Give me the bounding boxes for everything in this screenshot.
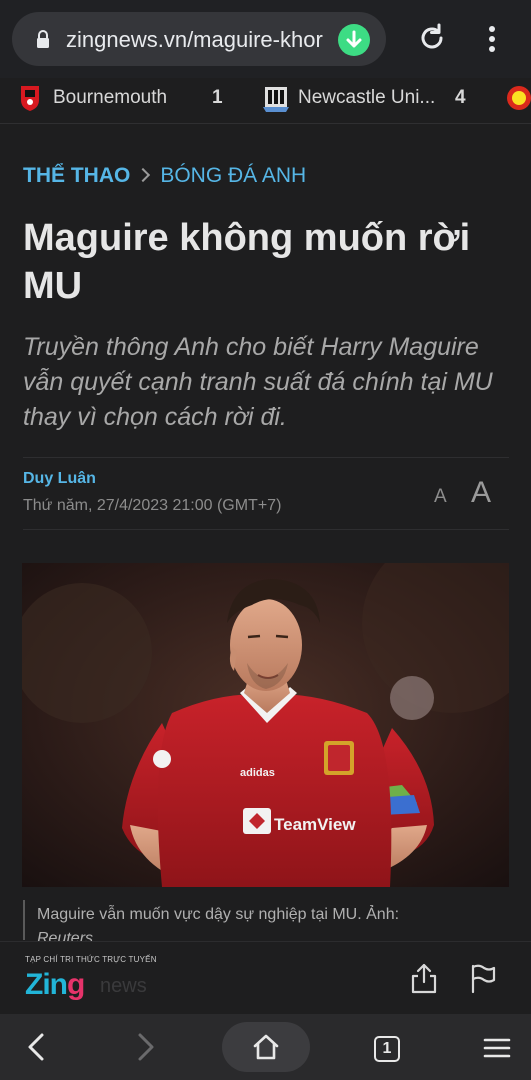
- decrease-font-button[interactable]: A: [434, 486, 447, 508]
- site-tagline: TẠP CHÍ TRI THỨC TRỰC TUYẾN: [25, 955, 157, 964]
- logo-text: Zin: [25, 968, 68, 1001]
- home-icon: [253, 1034, 279, 1060]
- more-menu-icon[interactable]: [482, 24, 502, 54]
- increase-font-button[interactable]: A: [471, 476, 491, 510]
- breadcrumb: THỂ THAO BÓNG ĐÁ ANH: [23, 164, 306, 188]
- ticker-score-2: 4: [455, 87, 466, 108]
- article-summary: Truyền thông Anh cho biết Harry Maguire …: [23, 333, 493, 431]
- publish-date: Thứ năm, 27/4/2023 21:00 (GMT+7): [23, 497, 282, 514]
- menu-icon[interactable]: [483, 1036, 511, 1060]
- caption-text: Maguire vẫn muốn vực dậy sự nghiệp tại M…: [37, 906, 400, 923]
- flag-icon[interactable]: [470, 962, 496, 994]
- browser-bottom-nav: 1: [0, 1014, 531, 1080]
- logo-news-text: news: [100, 975, 147, 997]
- kit-brand-text: adidas: [240, 767, 275, 779]
- browser-toolbar: zingnews.vn/maguire-khor: [0, 0, 531, 78]
- url-text[interactable]: zingnews.vn/maguire-khor: [66, 27, 346, 53]
- newcastle-crest-icon: [263, 87, 289, 112]
- man-utd-crest-icon: [507, 86, 531, 110]
- divider: [23, 457, 509, 458]
- article-title: Maguire không muốn rời MU: [23, 217, 471, 307]
- share-icon[interactable]: [410, 962, 438, 994]
- ticker-team-2: Newcastle Uni...: [298, 87, 436, 108]
- site-logo[interactable]: Zing: [25, 968, 85, 1002]
- article-image[interactable]: TeamView adidas: [22, 563, 509, 887]
- home-button[interactable]: [222, 1022, 310, 1072]
- breadcrumb-subsection[interactable]: BÓNG ĐÁ ANH: [160, 164, 306, 187]
- score-ticker[interactable]: Bournemouth 1 Newcastle Uni... 4: [0, 78, 531, 124]
- breadcrumb-section[interactable]: THỂ THAO: [23, 164, 130, 187]
- ticker-score-1: 1: [212, 87, 223, 108]
- author-name[interactable]: Duy Luân: [23, 470, 96, 488]
- league-badge-icon: [153, 750, 171, 768]
- ticker-team-1: Bournemouth: [53, 87, 168, 108]
- tab-switcher-button[interactable]: 1: [374, 1036, 400, 1062]
- address-bar[interactable]: zingnews.vn/maguire-khor: [12, 12, 386, 66]
- caption-accent: [23, 900, 25, 940]
- site-footer-bar: TẠP CHÍ TRI THỨC TRỰC TUYẾN Zing news: [0, 941, 531, 1014]
- lock-icon: [37, 30, 49, 48]
- logo-text-accent: g: [67, 968, 85, 1001]
- forward-icon[interactable]: [134, 1032, 158, 1062]
- reload-icon[interactable]: [416, 22, 448, 54]
- back-icon[interactable]: [24, 1032, 48, 1062]
- bournemouth-crest-icon: [21, 86, 39, 111]
- divider: [23, 529, 509, 530]
- download-icon[interactable]: [338, 24, 370, 56]
- sponsor-text: TeamView: [274, 815, 356, 834]
- chevron-right-icon: [136, 167, 151, 183]
